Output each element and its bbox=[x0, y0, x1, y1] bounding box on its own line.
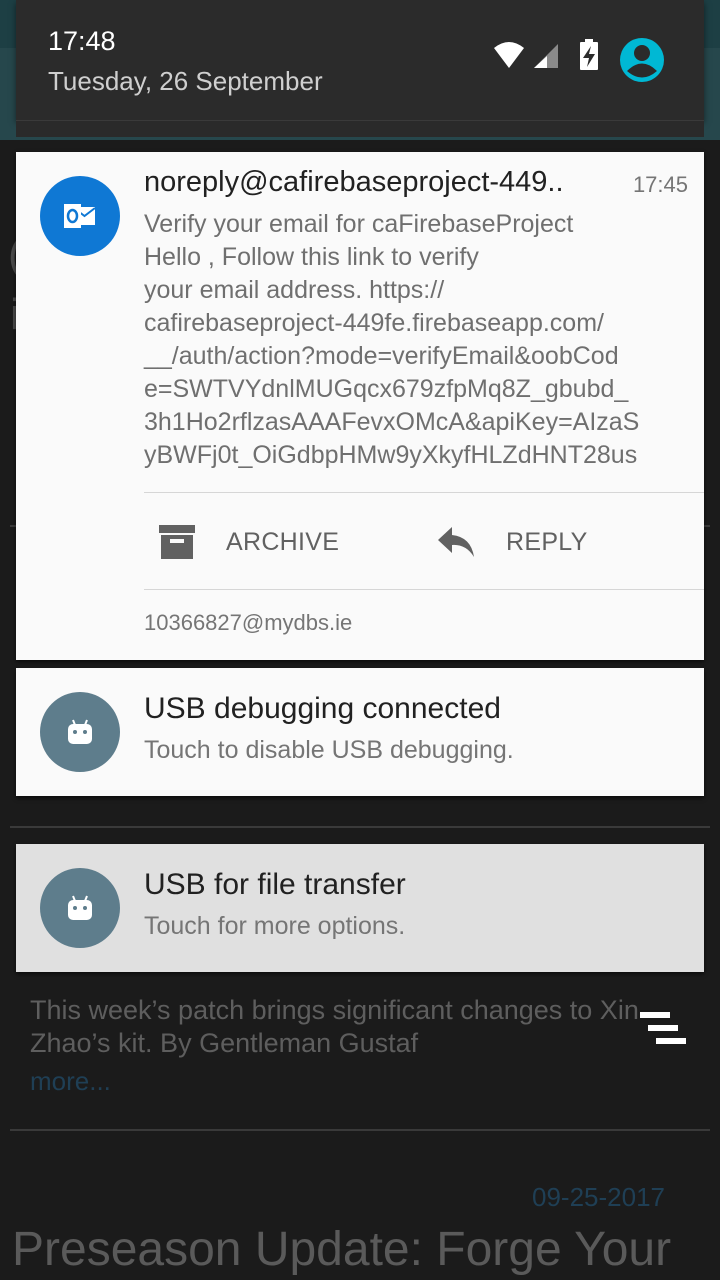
email-sender: noreply@cafirebaseproject-449.. bbox=[144, 166, 564, 198]
usb-file-transfer-notification[interactable]: USB for file transfer Touch for more opt… bbox=[16, 844, 704, 972]
wifi-icon bbox=[494, 42, 524, 68]
email-body-line: 3h1Ho2rflzasAAAFevxOMcA&apiKey=AIzaS bbox=[144, 408, 640, 436]
header-bottom-strip bbox=[16, 120, 704, 137]
quick-settings-header[interactable]: 17:48 Tuesday, 26 September bbox=[16, 0, 704, 120]
email-notification[interactable]: noreply@cafirebaseproject-449.. 17:45 Ve… bbox=[16, 152, 704, 660]
background-article-title: Preseason Update: Forge Your bbox=[12, 1223, 672, 1276]
status-time: 17:48 bbox=[48, 26, 116, 56]
reply-label: REPLY bbox=[506, 527, 588, 556]
divider bbox=[144, 589, 704, 590]
notification-subtitle: Touch for more options. bbox=[144, 912, 406, 940]
archive-button[interactable]: ARCHIVE bbox=[158, 512, 339, 572]
notification-subtitle: Touch to disable USB debugging. bbox=[144, 736, 514, 764]
email-body-line: yBWFj0t_OiGdbpHMw9yXkyfHLZdHNT28us bbox=[144, 441, 638, 469]
reply-button[interactable]: REPLY bbox=[436, 512, 588, 572]
android-icon bbox=[40, 868, 120, 948]
notification-title: USB for file transfer bbox=[144, 868, 406, 901]
status-date: Tuesday, 26 September bbox=[48, 66, 323, 96]
email-body-line: cafirebaseproject-449fe.firebaseapp.com/ bbox=[144, 309, 604, 337]
divider bbox=[10, 1129, 710, 1131]
status-icons bbox=[492, 38, 670, 82]
email-body-line: e=SWTVYdnlMUGqcx679zfpMq8Z_gbubd_ bbox=[144, 375, 629, 403]
android-icon bbox=[40, 692, 120, 772]
email-body: Verify your email for caFirebaseProject … bbox=[144, 208, 690, 472]
reply-icon bbox=[438, 527, 474, 557]
email-body-line: your email address. https:// bbox=[144, 276, 445, 304]
archive-label: ARCHIVE bbox=[226, 527, 340, 556]
notification-title: USB debugging connected bbox=[144, 692, 501, 725]
usb-debugging-notification[interactable]: USB debugging connected Touch to disable… bbox=[16, 668, 704, 796]
background-article-text: This week’s patch brings significant cha… bbox=[30, 995, 639, 1058]
email-body-line: __/auth/action?mode=verifyEmail&oobCod bbox=[144, 342, 619, 370]
email-body-line: Hello , Follow this link to verify bbox=[144, 243, 479, 271]
outlook-icon bbox=[40, 176, 120, 256]
archive-icon bbox=[159, 525, 195, 559]
email-account: 10366827@mydbs.ie bbox=[144, 610, 353, 635]
battery-charging-icon bbox=[580, 39, 598, 70]
background-date: 09-25-2017 bbox=[532, 1182, 665, 1212]
cell-signal-icon bbox=[534, 44, 558, 68]
divider bbox=[144, 492, 704, 493]
email-time: 17:45 bbox=[632, 172, 688, 197]
menu-icon[interactable] bbox=[640, 1012, 686, 1044]
account-icon[interactable] bbox=[620, 38, 664, 82]
background-more-link: more... bbox=[30, 1066, 111, 1096]
divider bbox=[10, 826, 710, 828]
email-body-line: Verify your email for caFirebaseProject bbox=[144, 210, 574, 238]
